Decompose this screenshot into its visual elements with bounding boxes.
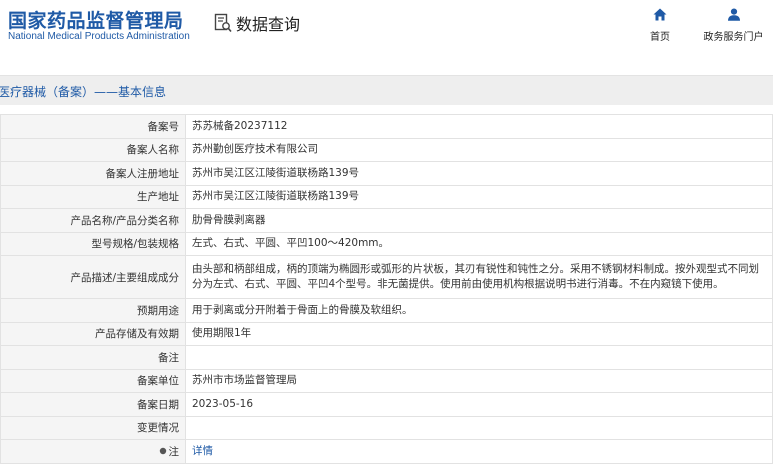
row-key: 注	[0, 439, 186, 464]
table-row: 产品描述/主要组成成分 由头部和柄部组成，柄的顶端为椭圆形或弧形的片状板，其刃有…	[0, 255, 773, 299]
row-key: 预期用途	[0, 298, 186, 323]
row-key-label: 注	[168, 445, 180, 458]
row-value: 苏州市市场监督管理局	[185, 368, 773, 393]
table-row: 备案单位 苏州市市场监督管理局	[0, 368, 773, 393]
row-key: 变更情况	[0, 415, 186, 440]
row-key: 备案人名称	[0, 137, 186, 162]
nav-home-button[interactable]: 首页	[625, 8, 695, 44]
row-value: 苏州勤创医疗技术有限公司	[185, 137, 773, 162]
section-header: 医疗器械（备案）——基本信息	[0, 75, 773, 105]
logo-title-en: National Medical Products Administration	[8, 31, 190, 42]
table-row: 预期用途 用于剥离或分开附着于骨面上的骨膜及软组织。	[0, 298, 773, 323]
table-row: 生产地址 苏州市吴江区江陵街道联杨路139号	[0, 184, 773, 209]
table-row: 型号规格/包装规格 左式、右式、平圆、平凹100～420mm。	[0, 231, 773, 256]
site-header: 国家药品监督管理局 National Medical Products Admi…	[0, 0, 773, 62]
data-query-label: 数据查询	[236, 15, 301, 34]
row-key: 备案人注册地址	[0, 161, 186, 186]
document-search-icon	[214, 13, 232, 33]
row-key: 备案日期	[0, 392, 186, 417]
table-row: 备案日期 2023-05-16	[0, 392, 773, 417]
row-value: 左式、右式、平圆、平凹100～420mm。	[185, 231, 773, 256]
user-icon	[727, 8, 740, 21]
home-icon	[653, 8, 667, 21]
table-row: 产品存储及有效期 使用期限1年	[0, 321, 773, 346]
row-key: 产品存储及有效期	[0, 321, 186, 346]
row-value: 肋骨骨膜剥离器	[185, 208, 773, 233]
section-title: 医疗器械（备案）——基本信息	[0, 85, 167, 99]
nav-gov-service-button[interactable]: 政务服务门户	[694, 8, 773, 44]
row-value: 用于剥离或分开附着于骨面上的骨膜及软组织。	[185, 298, 773, 323]
row-value: 由头部和柄部组成，柄的顶端为椭圆形或弧形的片状板，其刃有锐性和钝性之分。采用不锈…	[185, 255, 773, 299]
row-key: 生产地址	[0, 184, 186, 209]
row-key: 备案号	[0, 114, 186, 139]
nav-home-label: 首页	[650, 32, 670, 43]
row-value: 苏州市吴江区江陵街道联杨路139号	[185, 161, 773, 186]
table-row: 备案人注册地址 苏州市吴江区江陵街道联杨路139号	[0, 161, 773, 186]
row-value: 2023-05-16	[185, 392, 773, 417]
row-key: 备注	[0, 345, 186, 370]
row-value	[185, 345, 773, 370]
nav-gov-service-label: 政务服务门户	[703, 32, 764, 43]
table-row: 产品名称/产品分类名称 肋骨骨膜剥离器	[0, 208, 773, 233]
row-value: 使用期限1年	[185, 321, 773, 346]
info-dot-icon	[159, 448, 166, 455]
row-key: 备案单位	[0, 368, 186, 393]
row-value: 苏苏械备20237112	[185, 114, 773, 139]
logo-title-cn[interactable]: 国家药品监督管理局	[8, 6, 184, 33]
table-row: 注 详情	[0, 439, 773, 464]
row-value	[185, 415, 773, 440]
row-key: 产品描述/主要组成成分	[0, 255, 186, 299]
table-row: 备案人名称 苏州勤创医疗技术有限公司	[0, 137, 773, 162]
row-value: 苏州市吴江区江陵街道联杨路139号	[185, 184, 773, 209]
table-row: 备案号 苏苏械备20237112	[0, 114, 773, 139]
row-key: 产品名称/产品分类名称	[0, 208, 186, 233]
row-value: 详情	[185, 439, 773, 464]
data-query-title: 数据查询	[214, 12, 300, 34]
row-key: 型号规格/包装规格	[0, 231, 186, 256]
details-link[interactable]: 详情	[192, 445, 213, 457]
table-row: 变更情况	[0, 415, 773, 440]
table-row: 备注	[0, 345, 773, 370]
record-detail-table: 备案号 苏苏械备20237112 备案人名称 苏州勤创医疗技术有限公司 备案人注…	[0, 114, 773, 464]
